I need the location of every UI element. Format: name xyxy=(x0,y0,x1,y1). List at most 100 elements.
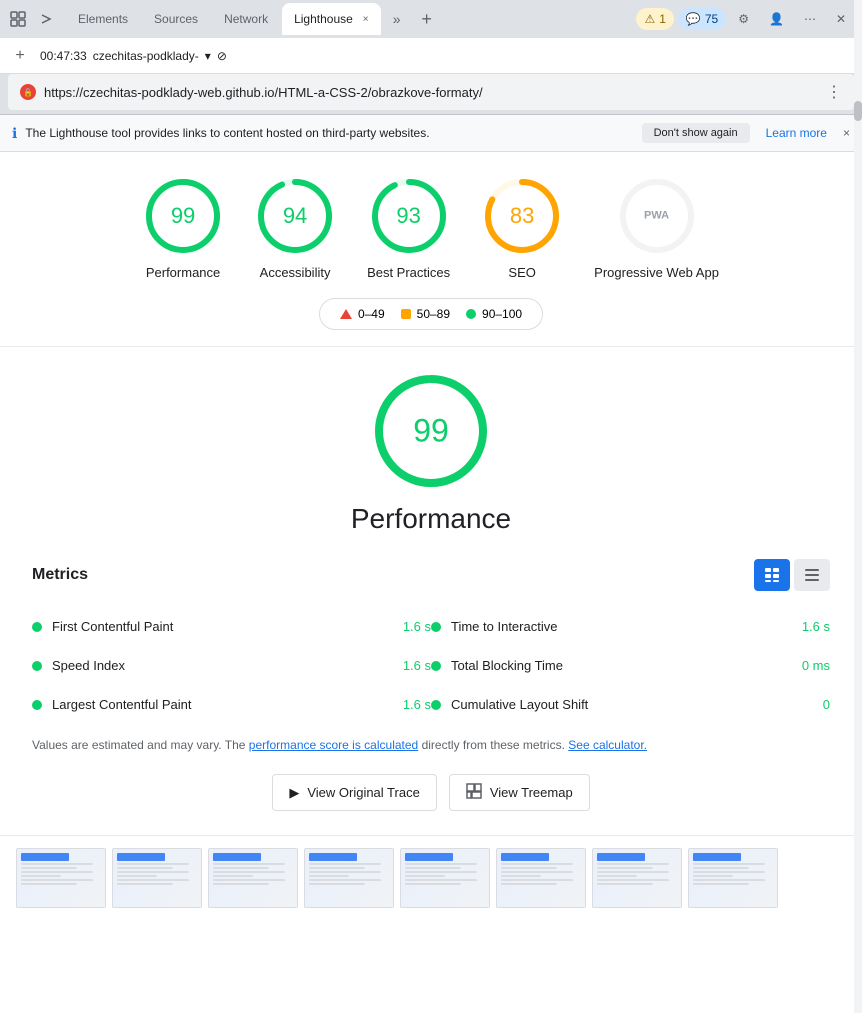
thumbnail-7 xyxy=(592,848,682,908)
dont-show-again-button[interactable]: Don't show again xyxy=(642,123,750,143)
error-badge[interactable]: 💬 75 xyxy=(678,8,726,30)
tab-lighthouse[interactable]: Lighthouse × xyxy=(282,3,381,35)
action-buttons: ▶ View Original Trace View Treemap xyxy=(272,774,589,811)
scrollbar-thumb[interactable] xyxy=(854,101,862,121)
favicon: 🔒 xyxy=(20,84,36,100)
scrollbar[interactable] xyxy=(854,0,862,1013)
legend-mid: 50–89 xyxy=(401,307,450,321)
notification-close-icon[interactable]: × xyxy=(843,126,850,140)
view-original-trace-button[interactable]: ▶ View Original Trace xyxy=(272,774,436,811)
seo-label: SEO xyxy=(508,264,535,282)
si-dot xyxy=(32,661,42,671)
metrics-section: Metrics First Contentful Paint xyxy=(32,559,830,754)
tab-elements[interactable]: Elements xyxy=(66,3,140,35)
metrics-note: Values are estimated and may vary. The p… xyxy=(32,736,830,754)
thumbnail-6 xyxy=(496,848,586,908)
error-count: 75 xyxy=(705,12,718,26)
thumbnail-8 xyxy=(688,848,778,908)
score-best-practices: 93 Best Practices xyxy=(367,176,450,282)
legend-high-range: 90–100 xyxy=(482,307,522,321)
lighthouse-content: 99 Performance 94 Accessibility xyxy=(0,152,862,920)
trace-label: View Original Trace xyxy=(307,785,419,800)
perf-score-circle: 99 xyxy=(371,371,491,491)
legend-mid-range: 50–89 xyxy=(417,307,450,321)
pwa-label-inner: PWA xyxy=(644,209,669,222)
cls-value: 0 xyxy=(782,697,830,712)
view-treemap-button[interactable]: View Treemap xyxy=(449,774,590,811)
user-button[interactable]: 👤 xyxy=(761,8,792,30)
legend-high-icon xyxy=(466,309,476,319)
info-icon: ℹ xyxy=(12,125,17,142)
menu-button[interactable]: ⋯ xyxy=(796,8,824,30)
learn-more-link[interactable]: Learn more xyxy=(766,126,827,140)
best-practices-label: Best Practices xyxy=(367,264,450,282)
tab-elements-label: Elements xyxy=(78,12,128,26)
thumbnail-3 xyxy=(208,848,298,908)
score-seo: 83 SEO xyxy=(482,176,562,282)
fcp-value: 1.6 s xyxy=(383,619,431,634)
tab-more-button[interactable]: » xyxy=(383,5,411,33)
metrics-note-mid: directly from these metrics. xyxy=(422,738,565,752)
fcp-dot xyxy=(32,622,42,632)
metric-tbt: Total Blocking Time 0 ms xyxy=(431,646,830,685)
metric-lcp: Largest Contentful Paint 1.6 s xyxy=(32,685,431,724)
seo-score: 83 xyxy=(510,203,534,229)
performance-section: 99 Performance Metrics xyxy=(0,347,862,836)
new-panel-button[interactable]: + xyxy=(8,44,32,68)
tab-network-label: Network xyxy=(224,12,268,26)
new-tab-button[interactable]: + xyxy=(413,5,441,33)
score-performance: 99 Performance xyxy=(143,176,223,282)
tab-sources[interactable]: Sources xyxy=(142,3,210,35)
tti-value: 1.6 s xyxy=(782,619,830,634)
thumbnails-section xyxy=(0,836,862,920)
perf-score-link[interactable]: performance score is calculated xyxy=(249,738,418,752)
legend-high: 90–100 xyxy=(466,307,522,321)
tbt-value: 0 ms xyxy=(782,658,830,673)
legend-low: 0–49 xyxy=(340,307,385,321)
view-list-button[interactable] xyxy=(794,559,830,591)
scores-row: 99 Performance 94 Accessibility xyxy=(143,176,719,282)
lcp-name: Largest Contentful Paint xyxy=(52,697,373,712)
view-grid-button[interactable] xyxy=(754,559,790,591)
performance-title: Performance xyxy=(351,503,511,535)
accessibility-circle: 94 xyxy=(255,176,335,256)
cancel-icon[interactable]: ⊘ xyxy=(217,49,227,63)
domain-display: czechitas-podklady- xyxy=(93,49,199,63)
lcp-dot xyxy=(32,700,42,710)
seo-circle: 83 xyxy=(482,176,562,256)
lcp-value: 1.6 s xyxy=(383,697,431,712)
metrics-title: Metrics xyxy=(32,566,88,584)
devtools-toolbar: + 00:47:33 czechitas-podklady- ▾ ⊘ xyxy=(0,38,862,74)
tti-dot xyxy=(431,622,441,632)
scores-section: 99 Performance 94 Accessibility xyxy=(0,152,862,347)
url-menu-icon[interactable]: ⋮ xyxy=(826,82,842,102)
legend-mid-icon xyxy=(401,309,411,319)
score-accessibility: 94 Accessibility xyxy=(255,176,335,282)
close-button[interactable]: ✕ xyxy=(828,8,854,30)
thumbnail-5 xyxy=(400,848,490,908)
forward-button xyxy=(36,9,56,29)
tbt-name: Total Blocking Time xyxy=(451,658,772,673)
tab-lighthouse-label: Lighthouse xyxy=(294,12,353,26)
warning-badge[interactable]: ⚠ 1 xyxy=(636,8,673,30)
si-value: 1.6 s xyxy=(383,658,431,673)
best-practices-circle: 93 xyxy=(369,176,449,256)
tab-sources-label: Sources xyxy=(154,12,198,26)
dropdown-icon[interactable]: ▾ xyxy=(205,49,211,63)
cls-name: Cumulative Layout Shift xyxy=(451,697,772,712)
tab-close-icon[interactable]: × xyxy=(363,14,369,25)
time-display: 00:47:33 xyxy=(40,49,87,63)
metrics-header: Metrics xyxy=(32,559,830,591)
metrics-note-text: Values are estimated and may vary. The xyxy=(32,738,245,752)
url-text: https://czechitas-podklady-web.github.io… xyxy=(44,85,818,100)
treemap-icon xyxy=(466,783,482,802)
tab-network[interactable]: Network xyxy=(212,3,280,35)
performance-label: Performance xyxy=(146,264,220,282)
settings-button[interactable]: ⚙ xyxy=(730,8,757,30)
best-practices-score: 93 xyxy=(396,203,420,229)
see-calculator-link[interactable]: See calculator. xyxy=(568,738,647,752)
warning-count: 1 xyxy=(659,12,666,26)
tbt-dot xyxy=(431,661,441,671)
treemap-label: View Treemap xyxy=(490,785,573,800)
accessibility-label: Accessibility xyxy=(260,264,331,282)
